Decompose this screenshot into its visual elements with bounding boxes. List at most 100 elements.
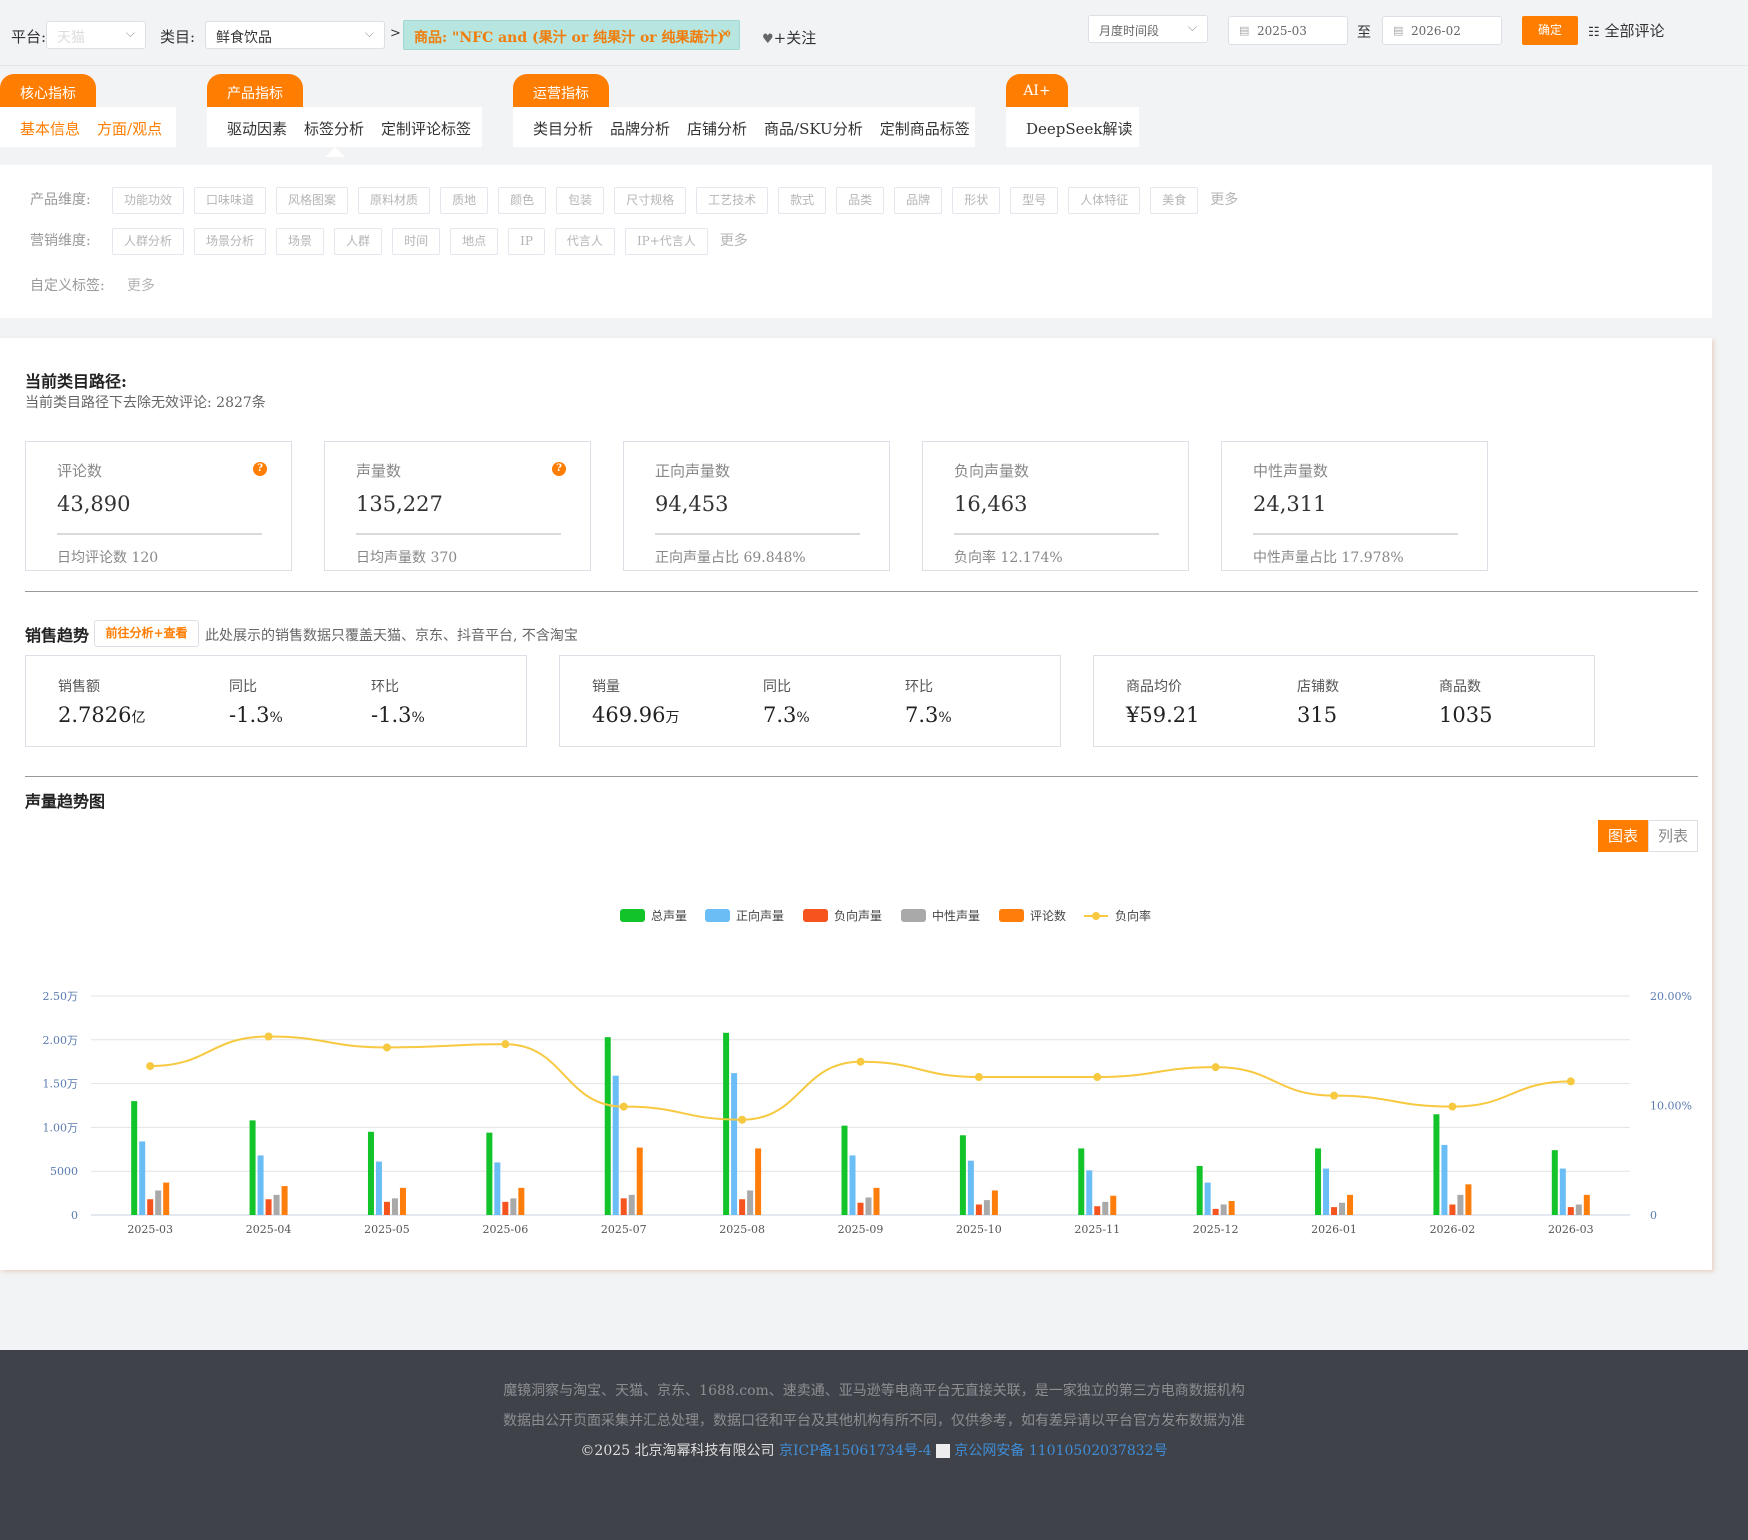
kpi-title: 中性声量数: [1253, 462, 1329, 480]
dimension-tag[interactable]: 品类: [836, 187, 885, 214]
line-point: [146, 1062, 155, 1071]
nav-item-drivers[interactable]: 驱动因素: [227, 120, 287, 138]
divider: [25, 776, 1698, 777]
nav-item-basic-info[interactable]: 基本信息: [20, 120, 80, 138]
sales-metric-label: 同比: [229, 679, 257, 695]
dimension-tag[interactable]: 工艺技术: [696, 187, 769, 214]
dimension-tag[interactable]: 场景: [276, 228, 325, 255]
help-icon[interactable]: ?: [552, 462, 566, 476]
category-label: 类目:: [160, 28, 196, 46]
bar-1: [257, 1155, 264, 1215]
dimension-tag[interactable]: 风格图案: [276, 187, 349, 214]
dimension-tag[interactable]: 款式: [778, 187, 827, 214]
kpi-card: 中性声量数 24,311 中性声量占比 17.978%: [1221, 441, 1488, 571]
line-point: [1093, 1073, 1102, 1082]
dimension-tag[interactable]: 颜色: [498, 187, 547, 214]
more-link[interactable]: 更多: [127, 278, 155, 294]
confirm-button[interactable]: 确定: [1522, 16, 1578, 45]
dimension-tag[interactable]: IP: [508, 228, 545, 255]
nav-item-aspect-opinion[interactable]: 方面/观点: [97, 120, 162, 138]
date-from-input[interactable]: ▤ 2025-03: [1228, 16, 1348, 45]
y-tick-label: 2.50万: [43, 990, 79, 1003]
x-tick-label: 2026-02: [1430, 1223, 1476, 1236]
sales-metric-value: -1.3%: [229, 703, 283, 727]
nav-item-category-analysis[interactable]: 类目分析: [533, 120, 593, 138]
dimension-tag[interactable]: 场景分析: [194, 228, 267, 255]
dimension-tag[interactable]: 口味味道: [194, 187, 267, 214]
close-icon[interactable]: ×: [719, 26, 731, 42]
dimension-tag[interactable]: 功能功效: [112, 187, 185, 214]
dimension-tag[interactable]: 人体特征: [1068, 187, 1141, 214]
more-link[interactable]: 更多: [720, 233, 748, 249]
bar-0: [723, 1032, 730, 1215]
sales-metric-value: ¥59.21: [1126, 703, 1200, 727]
icp-link[interactable]: 京ICP备15061734号-4: [779, 1443, 932, 1459]
bar-2: [265, 1199, 272, 1215]
dimension-tag[interactable]: 美食: [1150, 187, 1199, 214]
nav-group-tab-ai[interactable]: AI+: [1006, 74, 1068, 107]
period-select[interactable]: 月度时间段 ⌵: [1088, 15, 1208, 43]
nav-group-tab-operations[interactable]: 运营指标: [513, 74, 609, 107]
sales-title: 销售趋势: [25, 626, 90, 645]
nav-item-store-analysis[interactable]: 店铺分析: [687, 120, 747, 138]
legend-point-swatch: [1092, 912, 1100, 920]
sales-metric: 同比 7.3%: [763, 676, 810, 727]
sales-metric-label: 销售额: [58, 679, 100, 695]
dimension-tag[interactable]: 质地: [440, 187, 489, 214]
nav-item-deepseek[interactable]: DeepSeek解读: [1026, 120, 1133, 138]
dimension-tag[interactable]: 时间: [392, 228, 441, 255]
legend-item: 负向声量: [803, 908, 882, 923]
help-icon[interactable]: ?: [253, 462, 267, 476]
bar-1: [1204, 1182, 1211, 1215]
dimension-tag[interactable]: 形状: [952, 187, 1001, 214]
police-record-link[interactable]: 京公网安备 11010502037832号: [954, 1443, 1167, 1459]
bar-0: [1315, 1148, 1322, 1215]
follow-button[interactable]: ♥+关注: [762, 27, 816, 48]
dimension-tag[interactable]: 人群: [334, 228, 383, 255]
goto-analysis-button[interactable]: 前往分析+查看: [94, 620, 199, 647]
sales-metric-value: 2.7826亿: [58, 703, 146, 727]
sales-metric-label: 同比: [763, 679, 791, 695]
dimension-tag[interactable]: IP+代言人: [624, 228, 708, 255]
nav-item-tag-analysis[interactable]: 标签分析: [304, 120, 364, 138]
dimension-tag[interactable]: 人群分析: [112, 228, 185, 255]
date-to-input[interactable]: ▤ 2026-02: [1382, 16, 1502, 45]
bar-0: [959, 1135, 966, 1215]
line-point: [382, 1043, 391, 1052]
dimension-tag[interactable]: 代言人: [554, 228, 615, 255]
platform-select[interactable]: 天猫 ⌵: [46, 21, 146, 49]
bar-1: [139, 1141, 146, 1215]
dimension-tag[interactable]: 型号: [1010, 187, 1059, 214]
nav-group-panel-ai: DeepSeek解读: [1006, 107, 1139, 147]
nav-item-custom-comment-tags[interactable]: 定制评论标签: [381, 120, 471, 138]
nav-item-custom-product-tags[interactable]: 定制商品标签: [880, 120, 970, 138]
bar-1: [1323, 1168, 1330, 1215]
bar-2: [1094, 1206, 1101, 1215]
nav-item-sku-analysis[interactable]: 商品/SKU分析: [764, 120, 863, 138]
volume-trend-chart: 0 5000 1.00万 1.50万 2.00万 2.50万 0 10.00% 20.00% 20…: [43, 908, 1692, 1236]
dimension-tag[interactable]: 品牌: [894, 187, 943, 214]
sales-card: 销量 469.96万 同比 7.3% 环比 7.3%: [559, 655, 1061, 747]
nav-group-tab-product[interactable]: 产品指标: [207, 74, 303, 107]
bar-1: [1441, 1144, 1448, 1215]
dimension-tag[interactable]: 地点: [450, 228, 499, 255]
legend-item: 中性声量: [901, 908, 980, 923]
nav-item-brand-analysis[interactable]: 品牌分析: [610, 120, 670, 138]
nav-group-tab-core[interactable]: 核心指标: [0, 74, 96, 107]
bar-4: [1583, 1194, 1590, 1215]
footer-copyright: ©2025 北京淘幂科技有限公司: [580, 1443, 775, 1459]
kpi-card: 评论数? 43,890 日均评论数 120: [25, 441, 292, 571]
x-tick-label: 2025-12: [1193, 1223, 1239, 1236]
more-link[interactable]: 更多: [1210, 192, 1238, 208]
y2-tick-label: 0: [1650, 1209, 1657, 1222]
line-point: [1448, 1102, 1457, 1111]
dimension-tag[interactable]: 尺寸规格: [614, 187, 687, 214]
all-comments-button[interactable]: ☷ 全部评论: [1588, 20, 1664, 41]
y-tick-label: 2.00万: [43, 1034, 79, 1047]
dimension-tag[interactable]: 原料材质: [358, 187, 431, 214]
dimension-tag[interactable]: 包装: [556, 187, 605, 214]
bar-3: [1457, 1194, 1464, 1215]
bar-4: [518, 1187, 525, 1215]
category-select[interactable]: 鲜食饮品 ⌵: [205, 21, 385, 49]
sales-metric: 商品数 1035: [1439, 676, 1492, 727]
